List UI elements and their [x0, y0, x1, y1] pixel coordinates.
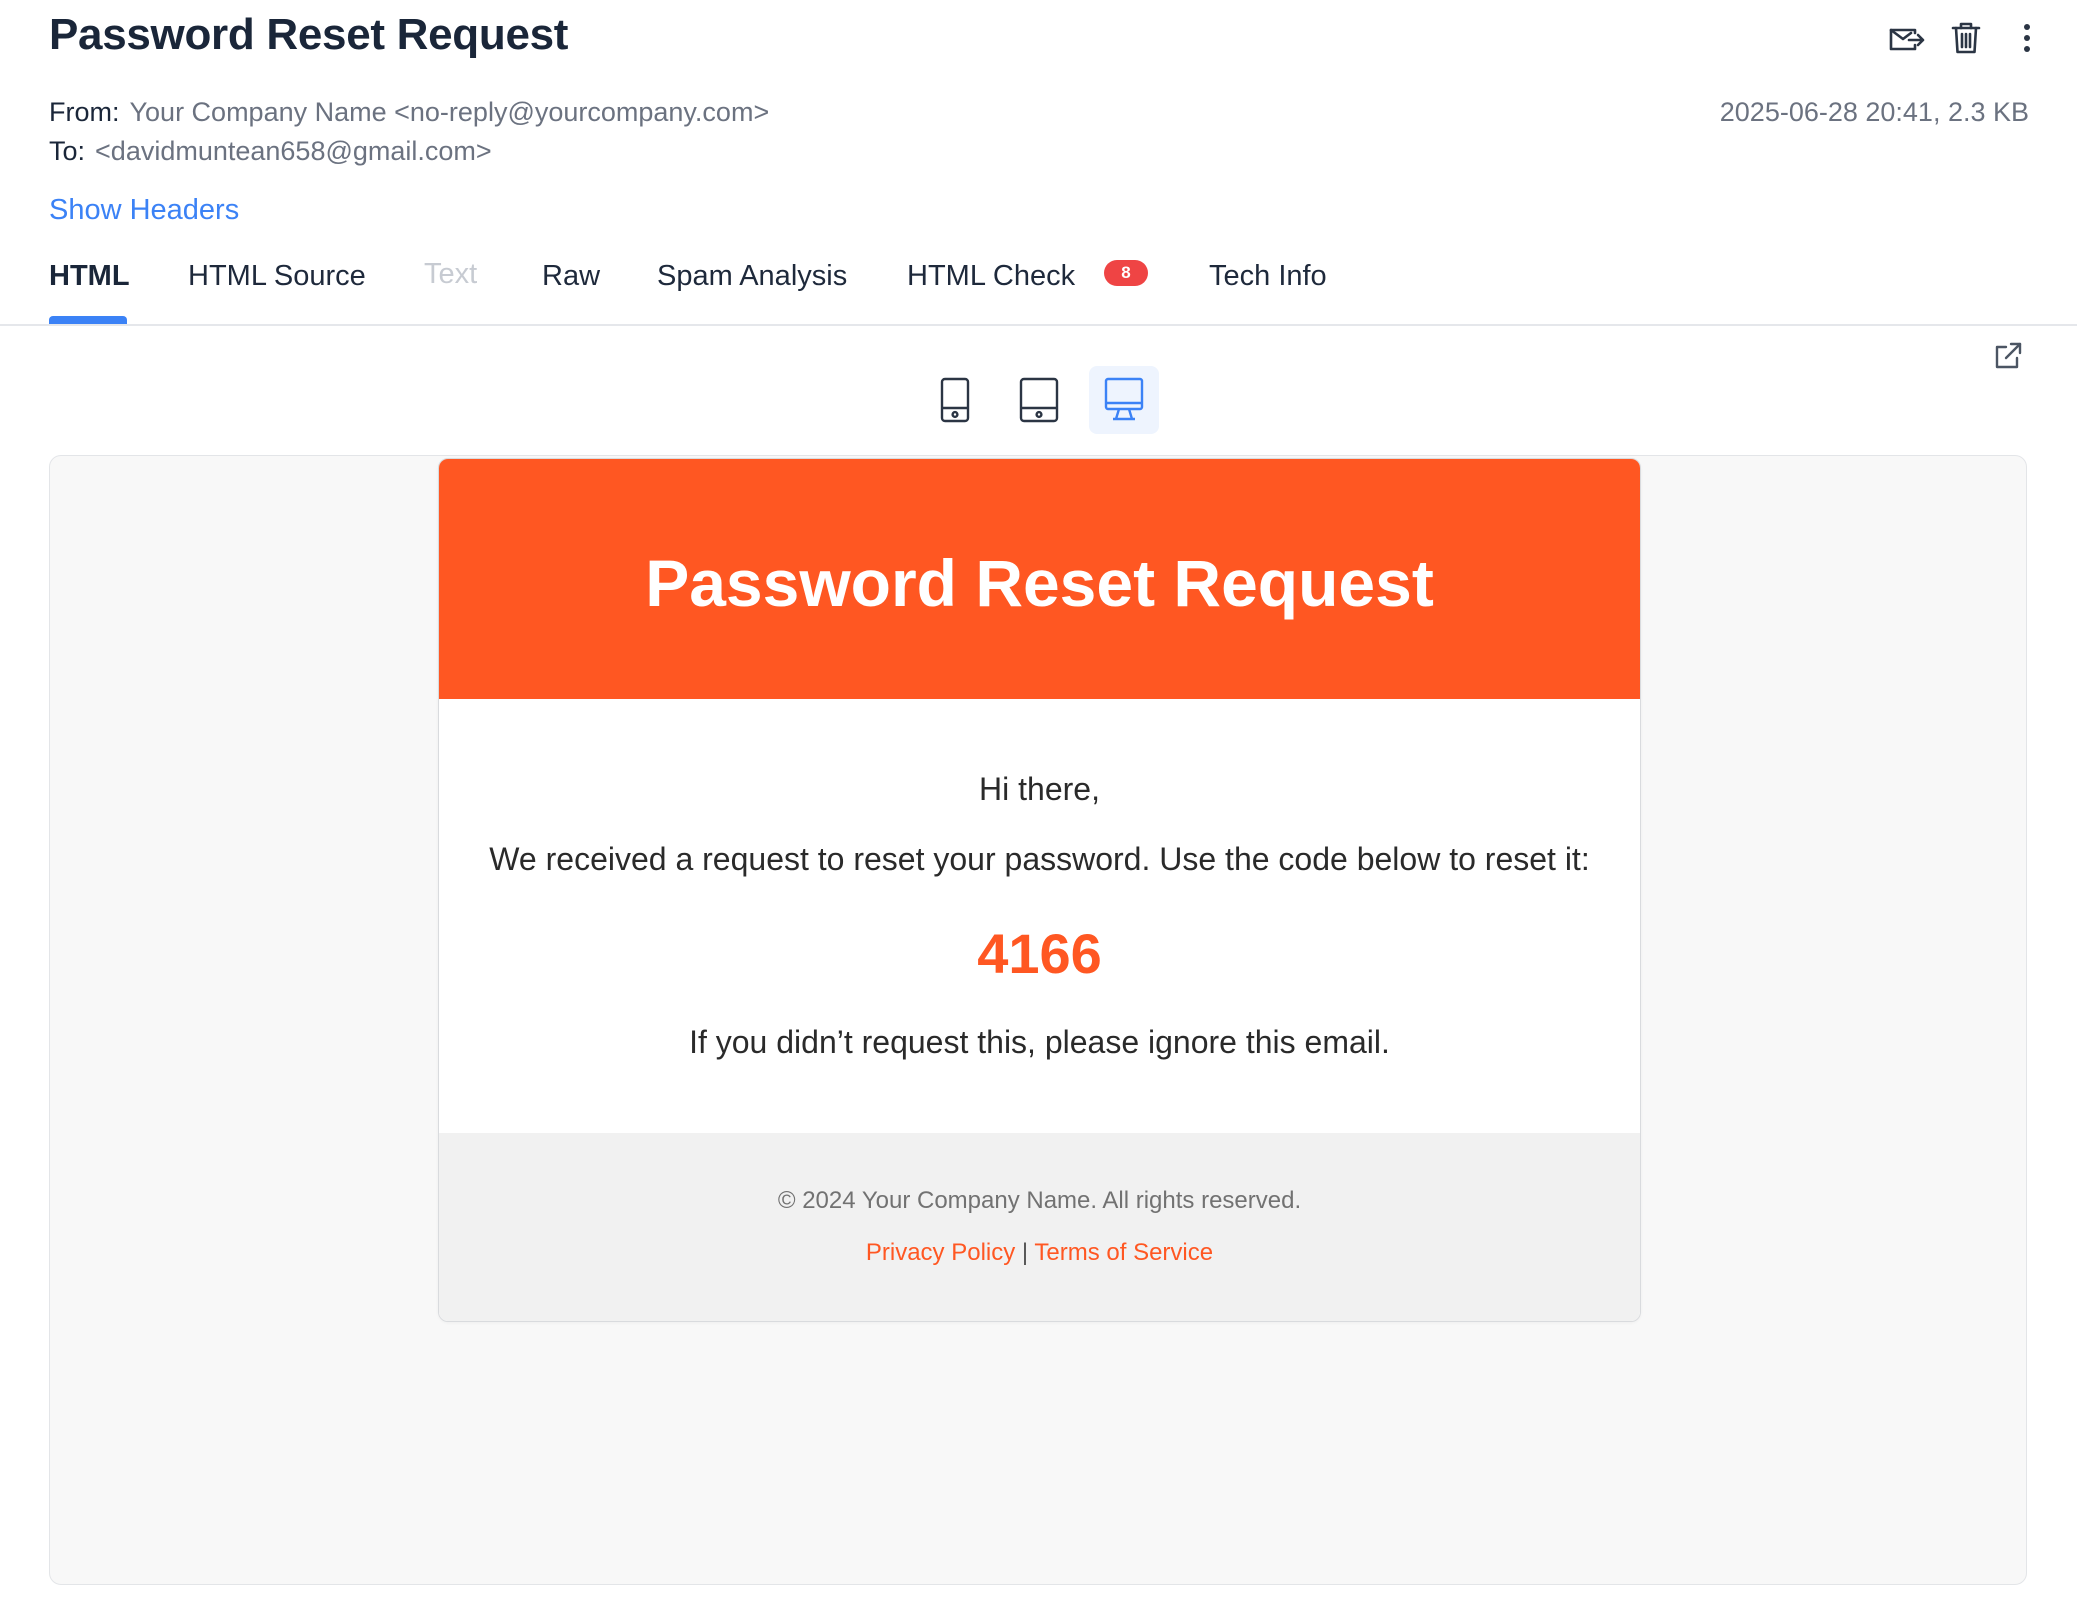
to-label: To: [49, 136, 86, 166]
email-heading: Password Reset Request [645, 546, 1434, 620]
forward-mail-icon [1889, 28, 1925, 51]
terms-of-service-link[interactable]: Terms of Service [1034, 1239, 1213, 1266]
tab-text: Text [424, 258, 478, 290]
active-tab-indicator [49, 316, 127, 324]
device-preview-toggle [0, 366, 2077, 436]
reset-code: 4166 [977, 922, 1102, 985]
link-separator: | [1021, 1239, 1029, 1266]
ignore-note: If you didn’t request this, please ignor… [689, 1024, 1390, 1060]
email-footer: © 2024 Your Company Name. All rights res… [439, 1133, 1640, 1321]
desktop-icon [1104, 377, 1144, 421]
tablet-view-button[interactable] [1004, 366, 1074, 434]
from-line: From: Your Company Name <no-reply@yourcom… [49, 97, 769, 128]
html-check-count-badge: 8 [1104, 260, 1148, 286]
tab-html[interactable]: HTML [49, 260, 130, 293]
from-label: From: [49, 97, 120, 127]
email-body: Hi there, We received a request to reset… [439, 699, 1640, 1115]
intro-text: We received a request to reset your pass… [489, 841, 1590, 877]
privacy-policy-link[interactable]: Privacy Policy [866, 1239, 1015, 1266]
desktop-view-button[interactable] [1089, 366, 1159, 434]
footer-links: Privacy Policy | Terms of Service [439, 1239, 1640, 1267]
mobile-view-button[interactable] [920, 366, 990, 434]
email-subject: Password Reset Request [49, 10, 569, 59]
show-headers-link[interactable]: Show Headers [49, 194, 239, 227]
tab-spam-analysis[interactable]: Spam Analysis [657, 260, 847, 293]
greeting-text: Hi there, [979, 771, 1100, 807]
tab-tech-info[interactable]: Tech Info [1209, 260, 1327, 293]
delete-button[interactable] [1946, 18, 1986, 58]
trash-icon [1951, 22, 1981, 54]
forward-button[interactable] [1887, 18, 1927, 58]
tab-html-check[interactable]: HTML Check [907, 260, 1075, 293]
tab-html-source[interactable]: HTML Source [188, 260, 366, 293]
email-content: Password Reset Request Hi there, We rece… [438, 458, 1641, 1322]
mobile-icon [940, 377, 970, 423]
tab-raw[interactable]: Raw [542, 260, 600, 293]
more-options-button[interactable] [2007, 18, 2047, 58]
to-line: To: <davidmuntean658@gmail.com> [49, 136, 492, 167]
to-value: <davidmuntean658@gmail.com> [95, 136, 492, 166]
from-value: Your Company Name <no-reply@yourcompany.… [129, 97, 770, 127]
email-banner: Password Reset Request [439, 459, 1640, 699]
more-vertical-icon [2024, 24, 2030, 52]
tablet-icon [1019, 377, 1059, 423]
copyright-text: © 2024 Your Company Name. All rights res… [777, 1187, 1302, 1214]
date-size: 2025-06-28 20:41, 2.3 KB [1719, 97, 2029, 127]
view-tabs: HTML HTML Source Text Raw Spam Analysis … [0, 250, 2077, 326]
